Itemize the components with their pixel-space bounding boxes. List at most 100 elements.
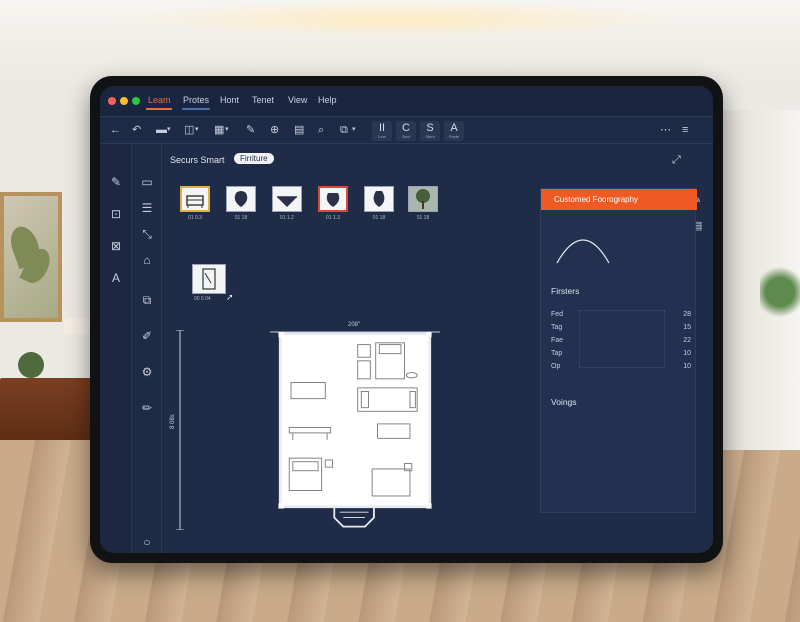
circle-icon[interactable]: ○	[139, 536, 155, 548]
properties-card: Customed Foorography Firsters Fed 28 Tag…	[540, 188, 697, 513]
potted-plant	[18, 352, 44, 378]
filter-row[interactable]: Op 10	[551, 363, 691, 370]
refresh-icon[interactable]: ↶	[132, 124, 141, 136]
properties-title: Customed Foorography	[554, 195, 639, 204]
menu-item-view[interactable]: View	[288, 95, 307, 105]
filter-row[interactable]: Tap 10	[551, 350, 691, 357]
marker-icon[interactable]: ✏	[139, 402, 155, 414]
toolbar: ← ↶ ▬ ▾ ◫ ▾ ▦ ▾ ✎ ⊕ ▤ ⌕ ⧉ ▾ II Line C Se…	[100, 116, 713, 144]
chevron-down-icon[interactable]: ▾	[352, 124, 356, 136]
thumb-label: 01 18	[372, 215, 386, 221]
filter-row-label: Op	[551, 363, 561, 370]
furniture-thumb-vase-dark[interactable]	[364, 186, 394, 212]
primary-sidebar: ✎ ⊡ ⊠ A	[100, 144, 132, 553]
furniture-thumb-vase-red[interactable]	[318, 186, 348, 212]
chat-icon[interactable]: ▭	[139, 176, 155, 188]
top-dimension-label: 208"	[346, 322, 363, 328]
thumb-label: 01 0.3	[188, 215, 202, 221]
window-plant	[760, 262, 800, 322]
menu-item-hont[interactable]: Hont	[220, 95, 239, 105]
paste-tool-glyph: A	[450, 122, 458, 134]
mouse-cursor-icon: ➚	[226, 292, 234, 302]
folder-icon[interactable]: ▬	[156, 124, 167, 136]
pen-icon[interactable]: ✎	[246, 124, 255, 136]
menu-icon[interactable]: ≡	[682, 124, 688, 136]
filter-row-label: Fed	[551, 311, 564, 318]
list-icon[interactable]: ☰	[139, 202, 155, 214]
chevron-down-icon[interactable]: ▾	[225, 124, 229, 136]
expand-icon[interactable]: ⤡	[139, 228, 155, 240]
menu-item-help[interactable]: Help	[318, 95, 337, 105]
furniture-tab[interactable]: Firriture	[234, 153, 274, 164]
filter-row-value: 10	[683, 363, 691, 370]
floor-plan[interactable]	[270, 332, 440, 532]
layout-icon[interactable]: ◫	[184, 124, 194, 136]
furniture-thumb-bowl[interactable]	[272, 186, 302, 212]
expand-panel-icon[interactable]: ⤢	[672, 154, 681, 166]
selected-object[interactable]	[192, 264, 226, 294]
chevron-down-icon[interactable]: ▾	[195, 124, 199, 136]
filter-row-value: 22	[683, 337, 691, 344]
lock-icon[interactable]: ⊡	[108, 208, 124, 220]
properties-header: Customed Foorography	[541, 189, 697, 210]
filters-title: Firsters	[551, 286, 580, 296]
filter-row-value: 28	[683, 311, 691, 318]
home-icon[interactable]: ⌂	[139, 254, 155, 266]
globe-icon[interactable]: ⊕	[270, 124, 279, 136]
filter-row-label: Tap	[551, 350, 563, 357]
app-screen: Leam Protes Hont Tenet View Help ← ↶ ▬ ▾…	[100, 86, 713, 553]
line-tool-glyph: II	[378, 122, 386, 134]
paste-tool-button[interactable]: A Paste	[444, 121, 464, 141]
filter-row[interactable]: Tag 15	[551, 324, 691, 331]
back-arrow-icon[interactable]: ←	[110, 124, 121, 136]
sect-tool-glyph: C	[402, 122, 410, 134]
chevron-down-icon[interactable]: ▾	[167, 124, 171, 136]
sect-tool-button[interactable]: C Sect	[396, 121, 416, 141]
menu-underline-protes	[182, 108, 210, 110]
stent-tool-label: Stent	[425, 134, 435, 139]
dots-icon[interactable]: ⋯	[660, 124, 671, 136]
edit-icon[interactable]: ✐	[139, 330, 155, 342]
sect-tool-label: Sect	[401, 134, 410, 139]
pen-tool-icon[interactable]: ✎	[108, 176, 124, 188]
secure-lock-icon[interactable]: ⊠	[108, 240, 124, 252]
filter-row-value: 15	[683, 324, 691, 331]
design-canvas[interactable]: Securs Smart Firriture 01 0.3 01 18 01 1…	[162, 144, 530, 553]
settings-card-icon[interactable]: ⚙	[139, 366, 155, 378]
paste-tool-label: Paste	[448, 134, 460, 139]
furniture-thumb-vase[interactable]	[226, 186, 256, 212]
secondary-sidebar: ▭ ☰ ⤡ ⌂ ⧉ ✐ ⚙ ✏ ○	[132, 144, 162, 553]
dresser	[0, 378, 92, 444]
thumb-label: 01 1.2	[280, 215, 294, 221]
crop-icon[interactable]: ⧉	[340, 124, 348, 136]
furniture-thumb-tree[interactable]	[408, 186, 438, 212]
minimize-window-button[interactable]	[120, 97, 128, 105]
menu-item-leam[interactable]: Leam	[148, 95, 171, 105]
thumb-label: 01 18	[234, 215, 248, 221]
tablet-device: Leam Protes Hont Tenet View Help ← ↶ ▬ ▾…	[90, 76, 723, 563]
arc-preview	[556, 239, 610, 264]
thumb-label: 01 18	[416, 215, 430, 221]
clipboard-icon[interactable]: ▤	[294, 124, 304, 136]
close-window-button[interactable]	[108, 97, 116, 105]
text-tool-icon[interactable]: A	[108, 272, 124, 284]
furniture-thumb-bed[interactable]	[180, 186, 210, 212]
grid-icon[interactable]: ▦	[214, 124, 224, 136]
stent-tool-glyph: S	[426, 122, 434, 134]
menu-item-tenet[interactable]: Tenet	[252, 95, 274, 105]
active-menu-indicator	[146, 108, 172, 110]
zoom-window-button[interactable]	[132, 97, 140, 105]
filter-row-label: Tag	[551, 324, 563, 331]
thumb-label: 01 1.3	[326, 215, 340, 221]
ceiling-light	[120, 0, 680, 38]
wall-picture	[0, 192, 62, 322]
line-tool-button[interactable]: II Line	[372, 121, 392, 141]
left-dimension-label: 8 08s	[170, 414, 176, 429]
filter-row[interactable]: Fed 28	[551, 311, 691, 318]
stent-tool-button[interactable]: S Stent	[420, 121, 440, 141]
selected-object-label: 00 5 04	[194, 296, 211, 302]
zoom-icon[interactable]: ⌕	[318, 124, 324, 136]
copy-icon[interactable]: ⧉	[139, 294, 155, 306]
filter-row[interactable]: Fae 22	[551, 337, 691, 344]
menu-item-protes[interactable]: Protes	[183, 95, 209, 105]
